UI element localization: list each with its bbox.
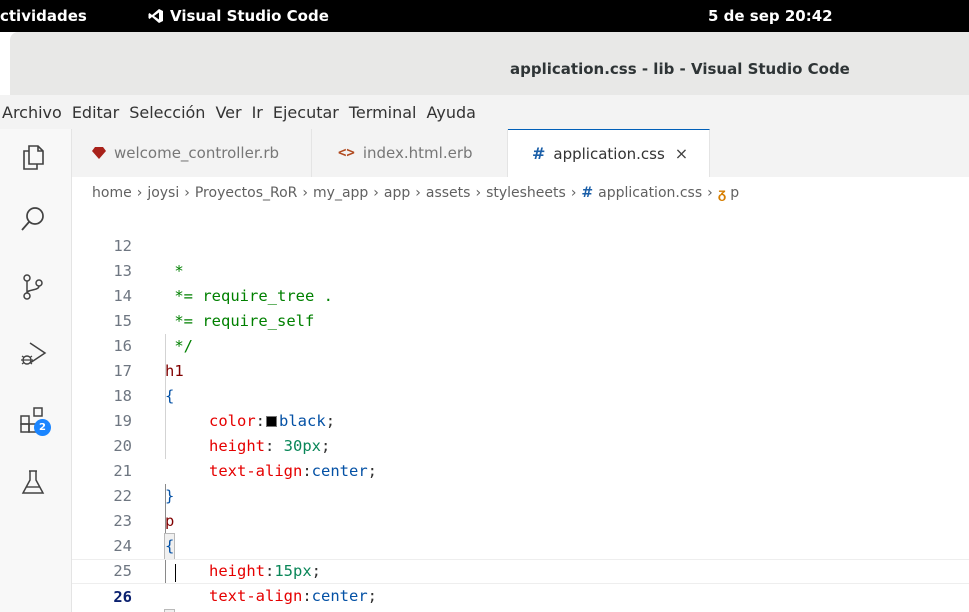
testing-icon[interactable] — [18, 467, 48, 497]
code-line: 14 *= require_self — [72, 259, 969, 330]
tab-label: welcome_controller.rb — [114, 144, 280, 162]
breadcrumb-assets[interactable]: assets — [426, 185, 471, 201]
close-tab-icon[interactable]: × — [675, 144, 688, 163]
code-line: 12 * — [72, 209, 969, 280]
tab-label: application.css — [553, 144, 665, 163]
system-top-bar: ctividades Visual Studio Code 5 de sep 2… — [0, 0, 969, 32]
css-property: text-align — [209, 587, 303, 605]
code-line: 18 color: black; — [72, 359, 969, 430]
breadcrumb: home › joysi › Proyectos_RoR › my_app › app ›… — [72, 177, 969, 209]
code-line: 24 height:15px; — [72, 509, 969, 580]
breadcrumb-app[interactable]: app — [384, 185, 410, 201]
files-icon[interactable] — [18, 142, 48, 172]
chevron-right-icon: › — [373, 185, 379, 201]
app-menu[interactable]: Visual Studio Code — [148, 0, 329, 32]
clock[interactable]: 5 de sep 20:42 — [708, 0, 833, 32]
ruby-icon — [92, 147, 106, 159]
breadcrumb-file[interactable]: application.css — [598, 185, 702, 201]
chevron-right-icon: › — [475, 185, 482, 201]
chevron-right-icon: › — [415, 185, 421, 201]
code-line: 22 p — [72, 459, 969, 530]
code-line: 25 text-align:center; — [72, 534, 969, 605]
vscode-icon — [148, 9, 163, 23]
source-control-icon[interactable] — [18, 272, 48, 302]
code-line-current: 26 } — [72, 559, 969, 612]
html-icon: <> — [338, 145, 355, 161]
line-number: 26 — [113, 588, 132, 606]
breadcrumb-home[interactable]: home — [92, 185, 132, 201]
tab-label: index.html.erb — [362, 144, 473, 162]
css-hash-icon: # — [581, 185, 594, 201]
breadcrumb-joysi[interactable]: joysi — [147, 185, 179, 201]
symbol-selector-icon: ᵹ — [717, 185, 727, 202]
menu-bar: Archivo Editar Selección Ver Ir Ejecutar… — [0, 95, 969, 129]
activities-button[interactable]: ctividades — [0, 0, 87, 32]
chevron-right-icon: › — [136, 185, 143, 201]
extensions-button[interactable]: 2 — [18, 405, 58, 445]
breadcrumb-stylesheets[interactable]: stylesheets — [486, 185, 566, 201]
menu-ayuda[interactable]: Ayuda — [422, 103, 481, 122]
css-hash-icon: # — [532, 144, 546, 163]
menu-ir[interactable]: Ir — [247, 103, 268, 122]
code-line: 15 */ — [72, 284, 969, 355]
activity-bar: 2 — [0, 129, 72, 612]
chevron-right-icon: › — [184, 185, 190, 201]
code-line: 17 { — [72, 334, 969, 405]
code-line: 21 } — [72, 434, 969, 505]
code-editor[interactable]: 12 * 13 *= require_tree . 14 *= require_… — [72, 209, 969, 612]
breadcrumb-symbol[interactable]: p — [730, 185, 739, 201]
code-line: 19 height: 30px; — [72, 384, 969, 455]
code-line: 20 text-align:center; — [72, 409, 969, 480]
extensions-badge: 2 — [34, 419, 51, 436]
breadcrumb-proyectos[interactable]: Proyectos_RoR — [195, 185, 298, 201]
run-debug-icon[interactable] — [18, 339, 48, 369]
app-name-label: Visual Studio Code — [170, 7, 329, 25]
search-icon[interactable] — [18, 204, 48, 234]
breadcrumb-my-app[interactable]: my_app — [313, 185, 368, 201]
css-value: center — [311, 587, 368, 605]
chevron-right-icon: › — [707, 185, 713, 201]
window-title-bar[interactable]: application.css - lib - Visual Studio Co… — [10, 32, 969, 95]
code-line: 13 *= require_tree . — [72, 234, 969, 305]
code-line: 16 h1 — [72, 309, 969, 380]
tab-welcome-controller[interactable]: welcome_controller.rb — [72, 129, 312, 177]
editor-tab-bar: welcome_controller.rb <> index.html.erb … — [72, 129, 969, 177]
menu-seleccion[interactable]: Selección — [124, 103, 210, 122]
chevron-right-icon: › — [302, 185, 309, 201]
chevron-right-icon: › — [570, 185, 577, 201]
menu-terminal[interactable]: Terminal — [344, 103, 422, 122]
menu-ver[interactable]: Ver — [210, 103, 246, 122]
menu-archivo[interactable]: Archivo — [0, 103, 67, 122]
menu-ejecutar[interactable]: Ejecutar — [268, 103, 344, 122]
text-cursor — [175, 564, 176, 582]
code-line: 23 { — [72, 484, 969, 560]
tab-index-html[interactable]: <> index.html.erb — [312, 129, 508, 177]
menu-editar[interactable]: Editar — [67, 103, 124, 122]
tab-application-css[interactable]: # application.css × — [508, 129, 710, 177]
window-title: application.css - lib - Visual Studio Co… — [510, 60, 850, 78]
